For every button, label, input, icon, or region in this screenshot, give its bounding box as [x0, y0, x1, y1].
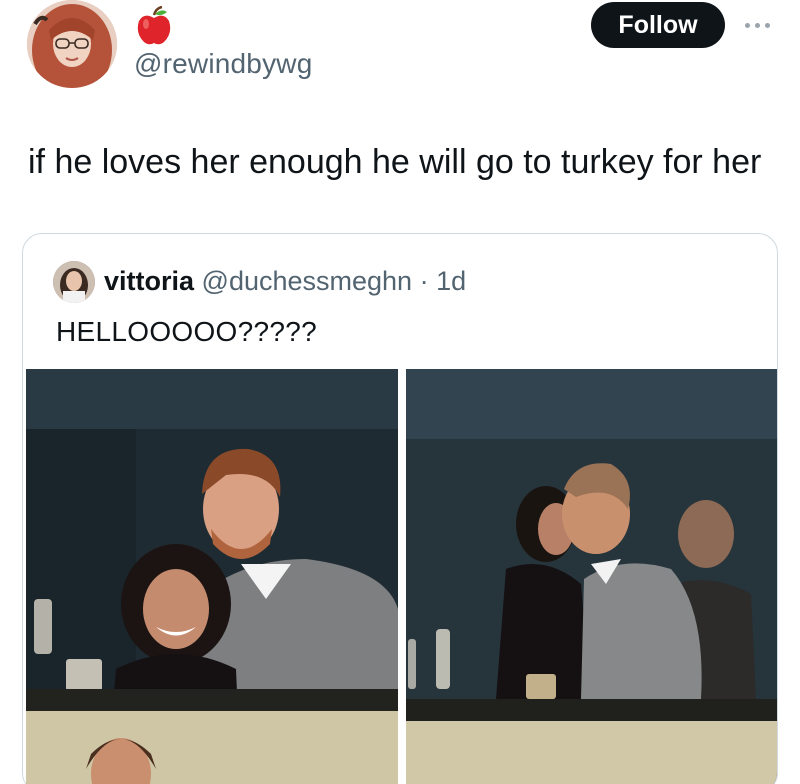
author-handle[interactable]: @rewindbywg: [134, 48, 312, 80]
more-dot: [754, 22, 760, 28]
separator-dot: ·: [419, 266, 429, 296]
quoted-tweet-time[interactable]: 1d: [436, 266, 466, 296]
more-options-icon[interactable]: [739, 10, 775, 40]
quoted-author-name[interactable]: vittoria: [104, 266, 194, 296]
red-apple-icon: [136, 5, 172, 46]
quoted-author-handle[interactable]: @duchessmeghn: [202, 266, 413, 296]
quoted-author-avatar[interactable]: [53, 261, 95, 303]
couple-kissing-photo[interactable]: [406, 369, 777, 784]
quoted-tweet-header: vittoria @duchessmeghn · 1d: [104, 266, 466, 297]
quoted-tweet-card[interactable]: vittoria @duchessmeghn · 1d HELLOOOOO???…: [22, 233, 778, 784]
more-dot: [744, 22, 750, 28]
follow-button[interactable]: Follow: [591, 2, 725, 48]
couple-smiling-photo[interactable]: [26, 369, 398, 784]
more-dot: [764, 22, 770, 28]
quoted-tweet-text: HELLOOOOO?????: [56, 316, 317, 347]
tweet-text: if he loves her enough he will go to tur…: [28, 143, 762, 181]
author-avatar[interactable]: [27, 0, 117, 88]
